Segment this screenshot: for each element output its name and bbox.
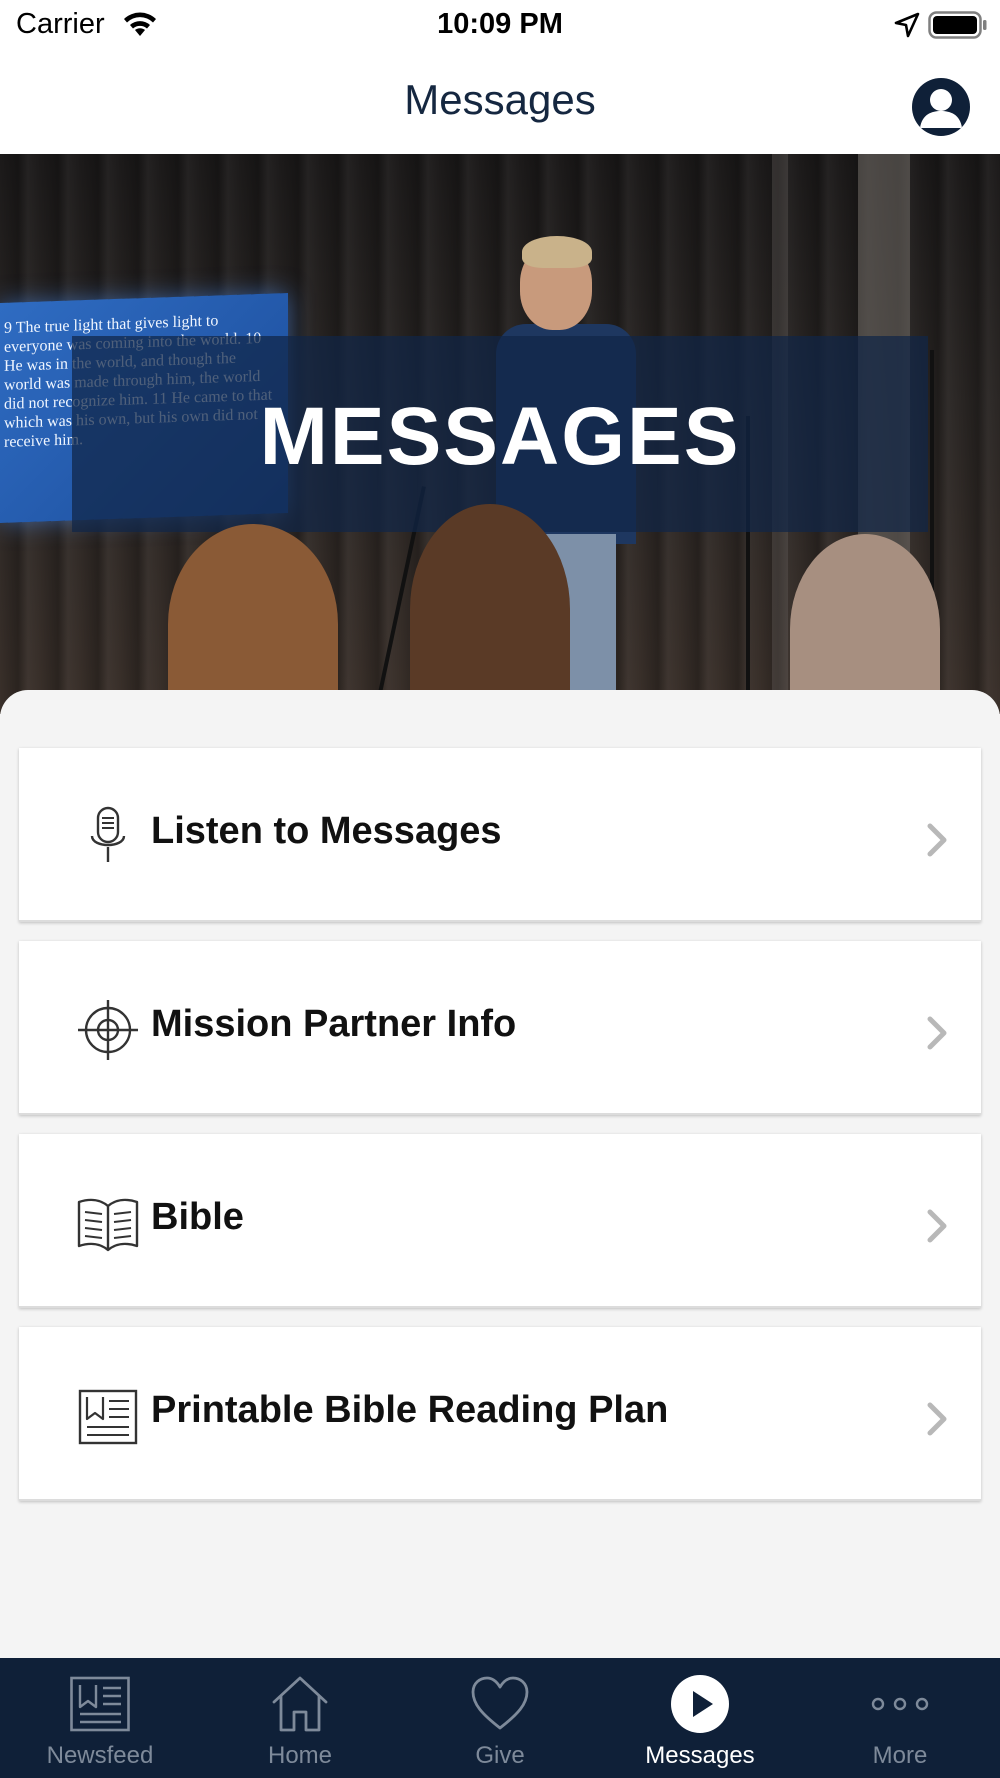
play-icon (671, 1675, 729, 1733)
chevron-right-icon (927, 1016, 947, 1050)
location-arrow-icon (894, 12, 920, 38)
tab-messages[interactable]: Messages (600, 1658, 800, 1778)
content-sheet: Listen to Messages Mission Partner Info (0, 690, 1000, 1658)
tab-newsfeed[interactable]: Newsfeed (0, 1658, 200, 1778)
user-avatar-icon (920, 89, 962, 128)
profile-button[interactable] (912, 78, 970, 136)
battery-icon (928, 11, 987, 39)
chevron-right-icon (927, 823, 947, 857)
home-icon (272, 1676, 328, 1732)
audience-head (410, 504, 570, 714)
menu-item-bible[interactable]: Bible (19, 1134, 981, 1308)
tab-give[interactable]: Give (400, 1658, 600, 1778)
page-title: Messages (404, 76, 596, 123)
audience-head (790, 534, 940, 714)
hero-title: MESSAGES (259, 391, 741, 482)
chevron-right-icon (927, 1209, 947, 1243)
hero-banner: 9 The true light that gives light to eve… (0, 154, 1000, 714)
crosshair-icon (78, 1000, 138, 1060)
tab-label: Newsfeed (46, 1742, 154, 1769)
tab-label: Give (475, 1742, 525, 1769)
open-book-icon (77, 1198, 139, 1252)
menu-item-label: Printable Bible Reading Plan (151, 1389, 669, 1431)
tab-label: Messages (645, 1742, 755, 1769)
menu-item-label: Bible (151, 1196, 244, 1238)
menu-item-printable-bible-reading-plan[interactable]: Printable Bible Reading Plan (19, 1327, 981, 1501)
more-dots-icon (871, 1697, 929, 1711)
newspaper-icon (70, 1676, 130, 1732)
status-time: 10:09 PM (437, 8, 563, 40)
nav-header: Messages (0, 52, 1000, 154)
microphone-icon (90, 806, 126, 862)
tab-more[interactable]: More (800, 1658, 1000, 1778)
menu-item-label: Listen to Messages (151, 810, 502, 852)
tab-home[interactable]: Home (200, 1658, 400, 1778)
tab-label: More (872, 1742, 928, 1769)
chevron-right-icon (927, 1402, 947, 1436)
audience-head (168, 524, 338, 714)
tab-label: Home (267, 1742, 333, 1769)
newspaper-icon (78, 1389, 138, 1445)
menu-item-label: Mission Partner Info (151, 1003, 517, 1045)
menu-item-listen-to-messages[interactable]: Listen to Messages (19, 748, 981, 922)
tab-bar: Newsfeed Home Give Messages More (0, 1658, 1000, 1778)
status-bar: Carrier 10:09 PM (0, 0, 1000, 52)
heart-icon (471, 1676, 529, 1730)
menu-item-mission-partner-info[interactable]: Mission Partner Info (19, 941, 981, 1115)
